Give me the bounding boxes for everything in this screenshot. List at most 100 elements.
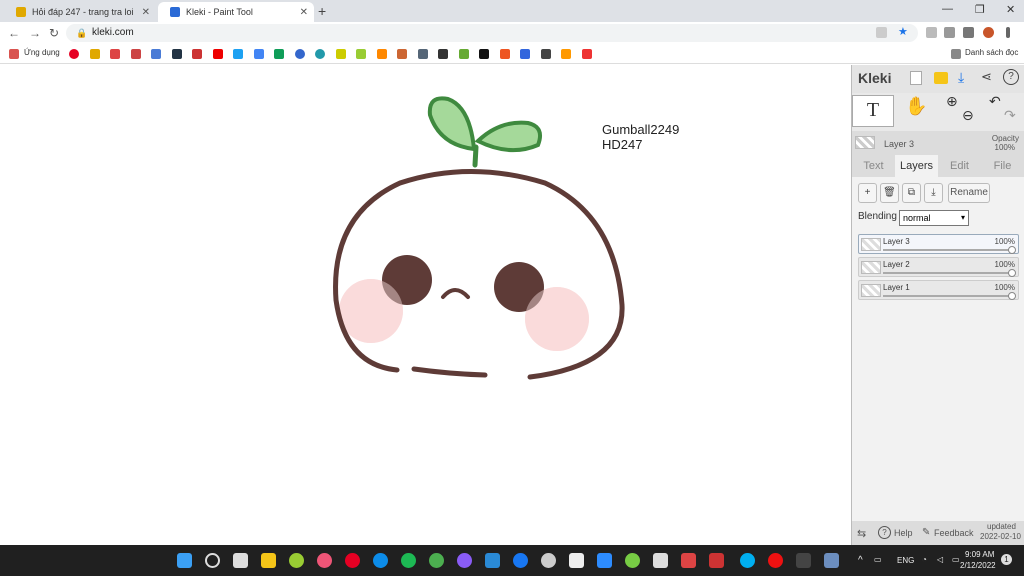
bookmark-icon[interactable] [418, 49, 428, 59]
blending-select[interactable]: normal ▾ [899, 210, 969, 226]
extension-icon[interactable] [926, 27, 937, 38]
redo-icon[interactable]: ↷ [1004, 107, 1016, 124]
minimize-button[interactable]: — [942, 3, 953, 15]
facebook-icon[interactable] [513, 553, 528, 568]
new-image-icon[interactable] [910, 71, 922, 85]
app-icon[interactable] [541, 553, 556, 568]
apps-label[interactable]: Ứng dụng [24, 48, 60, 57]
app-icon[interactable] [569, 553, 584, 568]
menu-icon[interactable] [1006, 27, 1010, 38]
hoidap-bookmark-icon[interactable] [90, 49, 100, 59]
gmail-bookmark-icon[interactable] [110, 49, 120, 59]
clock-date[interactable]: 2/12/2022 [960, 561, 996, 570]
layer-item[interactable]: Layer 2 100% [858, 257, 1019, 277]
close-tab-icon[interactable]: ✕ [142, 7, 150, 18]
hand-tool-icon[interactable]: ✋ [905, 96, 927, 117]
pinterest-bookmark-icon[interactable] [69, 49, 79, 59]
undo-icon[interactable]: ↶ [989, 93, 1001, 110]
google-bookmark-icon[interactable] [254, 49, 264, 59]
url-input[interactable]: 🔒 kleki.com [66, 24, 918, 42]
merge-layer-button[interactable]: ⤓ [924, 183, 943, 203]
tab-kleki[interactable]: Kleki - Paint Tool ✕ [158, 2, 314, 22]
wifi-icon[interactable]: ◔ [922, 555, 927, 564]
file-explorer-icon[interactable] [261, 553, 276, 568]
tab-hoidap[interactable]: Hỏi đáp 247 - trang tra loi ✕ [4, 2, 156, 22]
spotify-icon[interactable] [401, 553, 416, 568]
camera-icon[interactable] [824, 553, 839, 568]
app-icon[interactable] [317, 553, 332, 568]
delete-layer-button[interactable]: 🗑 [880, 183, 899, 203]
share-icon[interactable]: ⋖ [981, 69, 992, 85]
new-tab-button[interactable]: + [318, 3, 326, 19]
slider-knob[interactable] [1008, 269, 1016, 277]
tab-file[interactable]: File [981, 155, 1024, 177]
app-icon[interactable] [709, 553, 724, 568]
media-icon[interactable] [963, 27, 974, 38]
bookmark-icon[interactable] [561, 49, 571, 59]
slider-knob[interactable] [1008, 292, 1016, 300]
layer-opacity-slider[interactable] [883, 246, 1016, 254]
tab-text[interactable]: Text [852, 155, 895, 177]
bookmark-icon[interactable] [192, 49, 202, 59]
apps-icon[interactable] [9, 49, 19, 59]
notification-badge[interactable]: 1 [1001, 554, 1012, 565]
layer-opacity-slider[interactable] [883, 269, 1016, 277]
zoom-icon[interactable] [597, 553, 612, 568]
help-link[interactable]: Help [894, 528, 913, 538]
tray-chevron-icon[interactable]: ^ [858, 555, 863, 566]
volume-icon[interactable]: ◁ [937, 555, 943, 564]
bookmark-icon[interactable] [274, 49, 284, 59]
bookmark-icon[interactable] [479, 49, 489, 59]
zoom-in-icon[interactable]: ⊕ [946, 93, 958, 110]
reload-icon[interactable]: ↻ [49, 26, 59, 40]
cursor-app-icon[interactable] [653, 553, 668, 568]
search-icon[interactable] [205, 553, 220, 568]
zoom-out-icon[interactable]: ⊖ [962, 107, 974, 124]
tab-layers[interactable]: Layers [895, 155, 938, 177]
shield-bookmark-icon[interactable] [131, 49, 141, 59]
back-icon[interactable]: ← [8, 26, 20, 40]
translate-bookmark-icon[interactable] [151, 49, 161, 59]
bookmark-icon[interactable] [336, 49, 346, 59]
reading-list-icon[interactable] [951, 49, 961, 59]
star-icon[interactable]: ★ [898, 25, 909, 38]
skype-icon[interactable] [740, 553, 755, 568]
bookmark-icon[interactable] [459, 49, 469, 59]
clock-time[interactable]: 9:09 AM [965, 550, 994, 559]
bookmark-icon[interactable] [438, 49, 448, 59]
help-icon[interactable]: ? [1003, 69, 1019, 85]
battery-icon[interactable]: ▭ [952, 555, 960, 564]
text-tool-icon[interactable]: T [852, 95, 894, 127]
bookmark-icon[interactable] [377, 49, 387, 59]
close-window-button[interactable]: ✕ [1006, 3, 1015, 16]
language-indicator[interactable]: ENG [897, 556, 914, 565]
share-icon[interactable] [876, 27, 887, 38]
tab-edit[interactable]: Edit [938, 155, 981, 177]
app-icon[interactable] [681, 553, 696, 568]
slider-knob[interactable] [1008, 246, 1016, 254]
restore-button[interactable]: ❐ [975, 3, 985, 16]
start-icon[interactable] [177, 553, 192, 568]
bookmark-icon[interactable] [295, 49, 305, 59]
app-icon[interactable] [289, 553, 304, 568]
messenger-icon[interactable] [457, 553, 472, 568]
opera-icon[interactable] [768, 553, 783, 568]
swap-icon[interactable]: ⇆ [857, 527, 866, 540]
twitter-bookmark-icon[interactable] [233, 49, 243, 59]
drawing-canvas[interactable]: Gumball2249 HD247 [0, 65, 851, 545]
duplicate-layer-button[interactable]: ⧉ [902, 183, 921, 203]
close-tab-icon[interactable]: ✕ [300, 7, 308, 18]
bookmark-icon[interactable] [541, 49, 551, 59]
keyboard-icon[interactable]: ▭ [874, 555, 882, 564]
avatar[interactable] [983, 27, 994, 38]
chrome-icon[interactable] [429, 553, 444, 568]
bookmark-icon[interactable] [397, 49, 407, 59]
task-view-icon[interactable] [233, 553, 248, 568]
bookmark-icon[interactable] [520, 49, 530, 59]
pinterest-icon[interactable] [345, 553, 360, 568]
reading-list-label[interactable]: Danh sách đọc [965, 48, 1018, 57]
download-icon[interactable]: ⤓ [958, 69, 964, 86]
layer-opacity-slider[interactable] [883, 292, 1016, 300]
open-folder-icon[interactable] [934, 72, 948, 84]
bookmark-icon[interactable] [172, 49, 182, 59]
